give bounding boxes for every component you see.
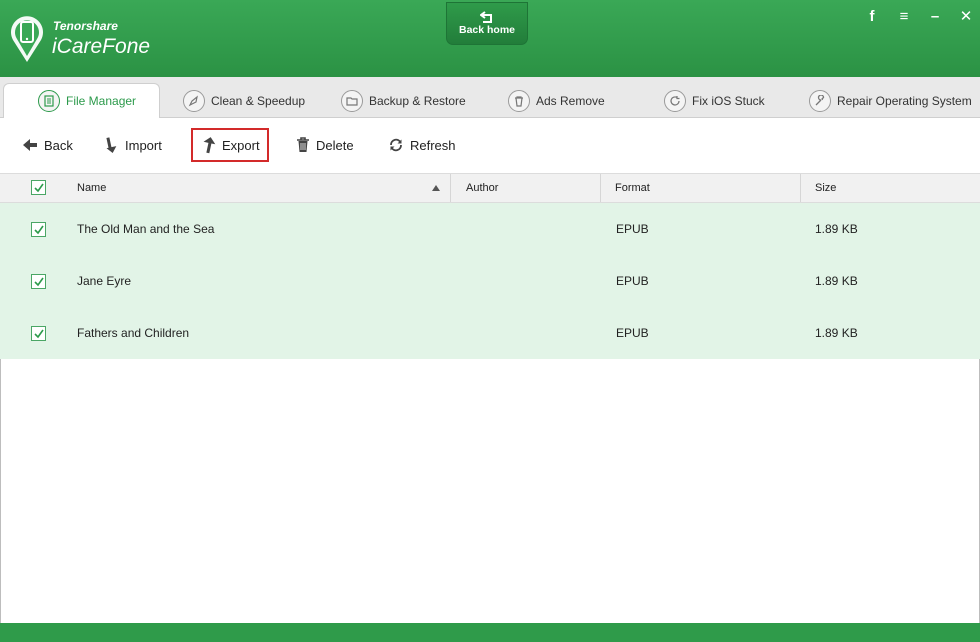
check-icon [34, 183, 44, 193]
delete-label: Delete [316, 137, 354, 153]
check-icon [34, 277, 44, 287]
tab-repair-operating-system[interactable]: Repair Operating System [801, 83, 972, 118]
column-header-name[interactable]: Name [77, 174, 106, 202]
tab-label: Ads Remove [536, 93, 605, 108]
row-checkbox[interactable] [31, 222, 46, 237]
cell-size: 1.89 KB [815, 222, 858, 236]
table-header: Name Author Format Size [0, 173, 980, 203]
table-row[interactable]: The Old Man and the Sea EPUB 1.89 KB [0, 203, 980, 255]
tab-label: Fix iOS Stuck [692, 93, 765, 108]
check-icon [34, 225, 44, 235]
feature-tabs: File Manager Clean & Speedup Backup & Re… [0, 77, 980, 119]
delete-button[interactable]: Delete [296, 128, 354, 162]
cell-name: Jane Eyre [77, 274, 132, 288]
export-label: Export [222, 137, 260, 153]
cell-name: Fathers and Children [77, 326, 190, 340]
back-button[interactable]: Back [22, 128, 73, 162]
app-title: iCareFone [52, 35, 151, 58]
tab-label: Repair Operating System [837, 93, 972, 108]
back-home-label: Back home [458, 24, 516, 36]
icarefone-logo-icon [10, 16, 43, 62]
tab-label: File Manager [66, 94, 137, 108]
tab-label: Clean & Speedup [211, 93, 306, 108]
tab-ads-remove[interactable]: Ads Remove [500, 83, 605, 118]
trash-icon [508, 89, 530, 112]
cell-size: 1.89 KB [815, 274, 858, 288]
export-arrow-icon [203, 137, 216, 154]
minimize-button[interactable]: – [925, 8, 945, 26]
table-row[interactable]: Jane Eyre EPUB 1.89 KB [0, 255, 980, 307]
column-header-format[interactable]: Format [615, 174, 650, 202]
column-divider [800, 174, 801, 202]
column-header-size[interactable]: Size [815, 174, 836, 202]
file-manager-icon [38, 90, 60, 112]
check-icon [34, 329, 44, 339]
cell-format: EPUB [616, 274, 649, 288]
import-label: Import [125, 137, 162, 153]
title-bar: Tenorshare iCareFone Back home f ≡ – ✕ [0, 0, 980, 77]
refresh-icon [390, 138, 402, 152]
export-button[interactable]: Export [191, 128, 269, 162]
select-all-checkbox[interactable] [31, 180, 46, 195]
back-home-button[interactable]: Back home [446, 2, 528, 45]
row-checkbox[interactable] [31, 326, 46, 341]
cell-format: EPUB [616, 222, 649, 236]
back-label: Back [44, 137, 73, 153]
delete-trash-icon [297, 137, 309, 152]
tab-fix-ios-stuck[interactable]: Fix iOS Stuck [656, 83, 765, 118]
row-checkbox[interactable] [31, 274, 46, 289]
tab-clean-speedup[interactable]: Clean & Speedup [175, 83, 305, 118]
import-button[interactable]: Import [105, 128, 162, 162]
cell-name: The Old Man and the Sea [77, 222, 215, 236]
import-arrow-icon [106, 137, 117, 154]
column-divider [600, 174, 601, 202]
brand-company: Tenorshare [53, 19, 118, 33]
wrench-icon [809, 89, 831, 112]
tab-backup-restore[interactable]: Backup & Restore [333, 83, 466, 118]
sort-ascending-icon [432, 185, 440, 191]
refresh-icon [664, 89, 686, 112]
close-button[interactable]: ✕ [956, 8, 976, 26]
table-row[interactable]: Fathers and Children EPUB 1.89 KB [0, 307, 980, 359]
refresh-label: Refresh [410, 137, 456, 153]
column-header-author[interactable]: Author [466, 174, 498, 202]
tab-label: Backup & Restore [369, 93, 466, 108]
rocket-icon [183, 89, 205, 112]
cell-format: EPUB [616, 326, 649, 340]
menu-icon[interactable]: ≡ [894, 8, 914, 26]
action-toolbar: Back Import Export Delete Refresh [0, 118, 980, 173]
column-divider [450, 174, 451, 202]
tab-file-manager[interactable]: File Manager [3, 83, 160, 119]
facebook-icon[interactable]: f [862, 8, 882, 26]
back-arrow-icon [23, 139, 37, 151]
folder-icon [341, 89, 363, 112]
cell-size: 1.89 KB [815, 326, 858, 340]
refresh-button[interactable]: Refresh [388, 128, 456, 162]
back-home-icon [480, 11, 492, 23]
status-bar [0, 623, 980, 642]
